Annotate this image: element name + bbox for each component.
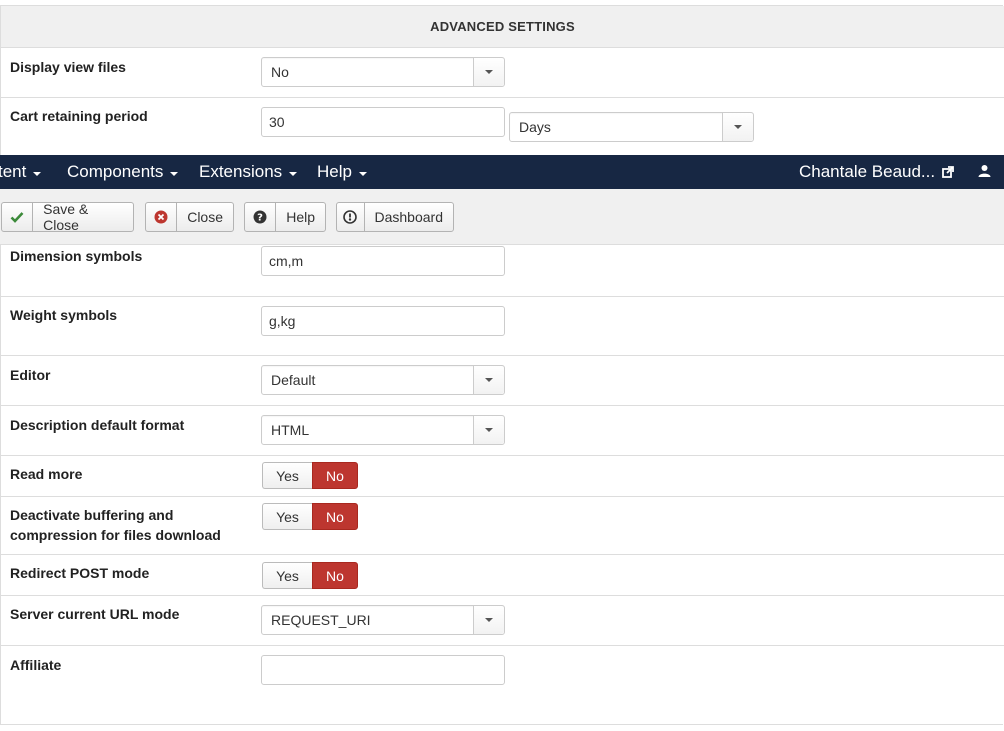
cart-retaining-input[interactable]: 30 [261,107,505,137]
dashboard-button[interactable]: Dashboard [336,202,454,232]
server-url-mode-dropdown-button[interactable] [473,606,504,634]
caret-down-icon [170,171,179,176]
dashboard-label: Dashboard [374,209,444,225]
nav-menu-help-label: Help [317,162,352,181]
weight-symbols-value: g,kg [269,313,296,329]
redirect-post-toggle: Yes No [262,562,358,589]
cart-retaining-unit-select[interactable]: Days [509,112,754,142]
help-button[interactable]: ? Help [244,202,326,232]
check-icon [2,203,34,231]
advanced-settings-header: ADVANCED SETTINGS [1,6,1004,48]
display-view-files-select[interactable]: No [261,57,505,87]
editor-label: Editor [10,367,51,383]
display-view-files-label: Display view files [10,59,126,75]
editor-dropdown-button[interactable] [473,366,504,394]
admin-navbar: tent Components Extensions Help Chantale… [0,155,1004,189]
deactivate-buffering-label: Deactivate buffering and compression for… [10,505,221,545]
row-cart-retaining-period: Cart retaining period 30 Days [1,98,1004,155]
display-view-files-value: No [271,64,289,80]
row-description-format: Description default format HTML [1,406,1004,456]
nav-menu-extensions-label: Extensions [199,162,283,181]
redirect-post-yes-button[interactable]: Yes [262,562,312,589]
site-link[interactable]: Chantale Beaud... [799,162,955,182]
nav-menu-content-label: tent [0,162,27,181]
dimension-symbols-input[interactable]: cm,m [261,246,505,276]
caret-down-icon [289,171,298,176]
help-label: Help [286,209,315,225]
weight-symbols-label: Weight symbols [10,307,118,323]
chevron-down-icon [485,378,493,382]
row-display-view-files: Display view files No [1,48,1004,98]
site-name: Chantale Beaud... [799,162,936,181]
dimension-symbols-label: Dimension symbols [10,248,143,264]
deactivate-buffering-label-line1: Deactivate buffering and [10,507,174,523]
cart-retaining-unit-value: Days [519,119,551,135]
display-view-files-dropdown-button[interactable] [473,58,504,86]
description-format-value: HTML [271,422,310,438]
cart-retaining-label: Cart retaining period [10,108,148,124]
close-button[interactable]: Close [145,202,234,232]
save-close-label: Save & Close [43,201,89,233]
server-url-mode-value: REQUEST_URI [271,612,371,628]
svg-text:?: ? [257,213,263,224]
deactivate-buffering-yes-button[interactable]: Yes [262,503,312,530]
deactivate-buffering-label-line2: compression for files download [10,527,221,543]
question-circle-icon: ? [245,203,277,231]
external-link-icon [942,166,955,178]
cart-retaining-unit-dropdown-button[interactable] [722,113,753,141]
deactivate-buffering-no-button[interactable]: No [312,503,358,530]
redirect-post-label: Redirect POST mode [10,565,150,581]
user-menu[interactable] [978,164,991,177]
chevron-down-icon [485,70,493,74]
nav-menu-components[interactable]: Components [67,162,179,182]
caret-down-icon [358,171,367,176]
read-more-label: Read more [10,466,83,482]
chevron-down-icon [485,618,493,622]
close-circle-icon [146,203,178,231]
description-format-select[interactable]: HTML [261,415,505,445]
read-more-yes-button[interactable]: Yes [262,462,312,489]
row-read-more: Read more Yes No [1,456,1004,497]
affiliate-label: Affiliate [10,657,62,673]
editor-value: Default [271,372,316,388]
cart-retaining-value: 30 [269,114,285,130]
nav-menu-help[interactable]: Help [317,162,367,182]
nav-menu-content[interactable]: tent [0,162,42,182]
editor-select[interactable]: Default [261,365,505,395]
affiliate-input[interactable] [261,655,505,685]
server-url-mode-label: Server current URL mode [10,606,180,622]
row-server-url-mode: Server current URL mode REQUEST_URI [1,596,1004,646]
row-redirect-post: Redirect POST mode Yes No [1,555,1004,596]
nav-menu-extensions[interactable]: Extensions [199,162,298,182]
weight-symbols-input[interactable]: g,kg [261,306,505,336]
row-deactivate-buffering: Deactivate buffering and compression for… [1,497,1004,555]
toolbar: Save & Close Close ? Help Dashboard [0,189,1004,245]
redirect-post-no-button[interactable]: No [312,562,358,589]
caret-down-icon [33,171,42,176]
read-more-no-button[interactable]: No [312,462,358,489]
chevron-down-icon [734,125,742,129]
nav-menu-components-label: Components [67,162,164,181]
chevron-down-icon [485,428,493,432]
dimension-symbols-value: cm,m [269,253,304,269]
close-label: Close [187,209,223,225]
row-editor: Editor Default [1,356,1004,406]
description-format-label: Description default format [10,417,185,433]
user-icon [978,165,991,177]
row-affiliate: Affiliate [1,646,1004,725]
dashboard-icon [337,203,365,231]
deactivate-buffering-toggle: Yes No [262,503,358,530]
row-dimension-symbols: Dimension symbols cm,m [1,245,1004,297]
description-format-dropdown-button[interactable] [473,416,504,444]
advanced-settings-title: ADVANCED SETTINGS [430,19,575,34]
server-url-mode-select[interactable]: REQUEST_URI [261,605,505,635]
row-weight-symbols: Weight symbols g,kg [1,297,1004,356]
save-close-button[interactable]: Save & Close [1,201,134,233]
read-more-toggle: Yes No [262,462,358,489]
